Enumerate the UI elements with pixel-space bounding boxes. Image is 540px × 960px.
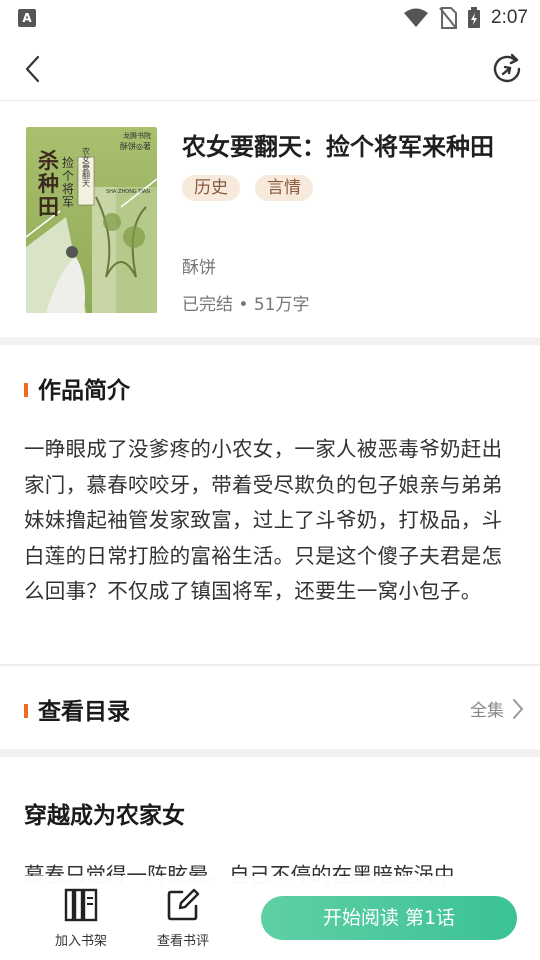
cover-subtitle: 捡个将军 xyxy=(62,156,75,209)
book-cover[interactable]: 农女要翻天 龙腾书院 酥饼◎著 杀种田 捡个将军 SHA ZHONG TIAN xyxy=(26,127,157,313)
start-reading-button[interactable]: 开始阅读 第1话 xyxy=(261,896,517,940)
book-title: 农女要翻天：捡个将军来种田 xyxy=(182,133,494,161)
book-description: 一睁眼成了没爹疼的小农女，一家人被恶毒爷奶赶出家门，慕春咬咬牙，带着受尽欺负的包… xyxy=(24,437,503,603)
add-to-shelf-label: 加入书架 xyxy=(54,934,107,949)
section-divider xyxy=(0,337,540,345)
tag-history[interactable]: 历史 xyxy=(182,175,240,201)
chevron-left-icon xyxy=(25,55,40,83)
status-bar: A 2:07 xyxy=(0,0,540,36)
intro-heading-text: 作品简介 xyxy=(38,378,130,404)
wifi-icon xyxy=(404,8,429,27)
app-notification-icon: A xyxy=(18,9,36,27)
toc-heading-text: 查看目录 xyxy=(38,699,130,725)
bottom-action-bar: 加入书架 查看书评 开始阅读 第1话 xyxy=(0,876,540,960)
refresh-icon xyxy=(493,53,521,83)
status-icons: 2:07 xyxy=(403,6,528,30)
battery-charging-icon xyxy=(468,7,481,28)
no-sim-icon xyxy=(439,7,458,29)
toc-all-link[interactable]: 全集 xyxy=(470,696,524,721)
refresh-button[interactable] xyxy=(490,52,524,86)
section-divider xyxy=(0,664,540,666)
chapter-title: 穿越成为农家女 xyxy=(24,803,185,829)
intro-heading: 作品简介 xyxy=(24,371,130,405)
view-reviews-button[interactable]: 查看书评 xyxy=(148,888,218,949)
accent-bar xyxy=(24,703,28,718)
cover-big-title: 杀种田 xyxy=(38,148,59,219)
toc-heading[interactable]: 查看目录 xyxy=(24,692,130,726)
back-button[interactable] xyxy=(18,54,48,84)
add-to-shelf-button[interactable]: 加入书架 xyxy=(46,888,116,949)
bookshelf-icon xyxy=(64,888,98,922)
book-tags: 历史 言情 xyxy=(182,175,313,201)
book-header: 农女要翻天 龙腾书院 酥饼◎著 杀种田 捡个将军 SHA ZHONG TIAN … xyxy=(0,101,540,337)
accent-bar xyxy=(24,382,28,397)
edit-review-icon xyxy=(167,888,200,921)
chevron-right-icon xyxy=(513,698,523,719)
cover-pinyin: SHA ZHONG TIAN xyxy=(106,189,150,195)
book-status: 已完结 • 51万字 xyxy=(182,295,310,315)
cover-publisher: 龙腾书院 xyxy=(123,132,151,140)
view-reviews-label: 查看书评 xyxy=(156,934,209,949)
navbar xyxy=(0,36,540,101)
toc-all-label: 全集 xyxy=(470,701,504,721)
clock: 2:07 xyxy=(491,7,528,28)
cover-author-line: 酥饼◎著 xyxy=(120,142,151,151)
tag-romance[interactable]: 言情 xyxy=(255,175,313,201)
section-divider xyxy=(0,749,540,757)
book-author[interactable]: 酥饼 xyxy=(182,253,216,278)
svg-text:农女要翻天: 农女要翻天 xyxy=(82,146,91,188)
